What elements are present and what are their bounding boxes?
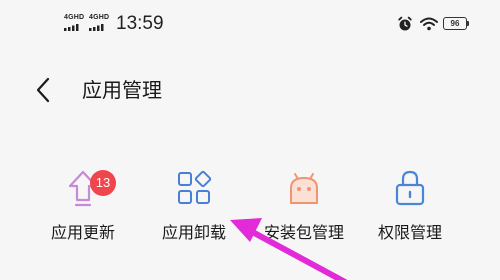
lock-icon [390, 168, 430, 208]
app-update-label: 应用更新 [50, 223, 115, 242]
wifi-icon [420, 17, 438, 31]
app-update-tool[interactable]: 13 应用更新 [28, 160, 138, 256]
app-management-screen: 4GHD 4GHD 13:59 96 应用管理 13 应用更新 应用卸载 安装包… [0, 0, 500, 280]
apk-management-tool[interactable]: 安装包管理 [249, 160, 359, 256]
grid-apps-icon [174, 168, 214, 208]
battery-tip [467, 21, 469, 26]
signal-icon [64, 24, 79, 31]
chevron-left-icon [36, 77, 50, 103]
status-bar: 4GHD 4GHD 13:59 96 [0, 0, 500, 50]
sim2-signal: 4GHD [89, 14, 109, 31]
app-uninstall-label: 应用卸载 [161, 223, 226, 242]
alarm-icon [398, 16, 412, 31]
battery-level: 96 [450, 19, 460, 28]
apk-management-label: 安装包管理 [263, 223, 344, 242]
sim1-network-label: 4GHD [64, 14, 85, 21]
battery-icon: 96 [443, 17, 467, 30]
permission-management-label: 权限管理 [377, 223, 442, 242]
sim1-signal: 4GHD [64, 14, 84, 31]
permission-management-tool[interactable]: 权限管理 [355, 160, 465, 256]
android-package-icon [284, 168, 324, 208]
update-count-badge: 13 [90, 170, 116, 196]
status-time: 13:59 [116, 13, 164, 34]
signal-icon [89, 24, 104, 31]
app-uninstall-tool[interactable]: 应用卸载 [139, 160, 249, 256]
back-button[interactable] [28, 74, 58, 106]
page-title: 应用管理 [82, 78, 162, 102]
sim2-network-label: 4GHD [89, 14, 110, 21]
